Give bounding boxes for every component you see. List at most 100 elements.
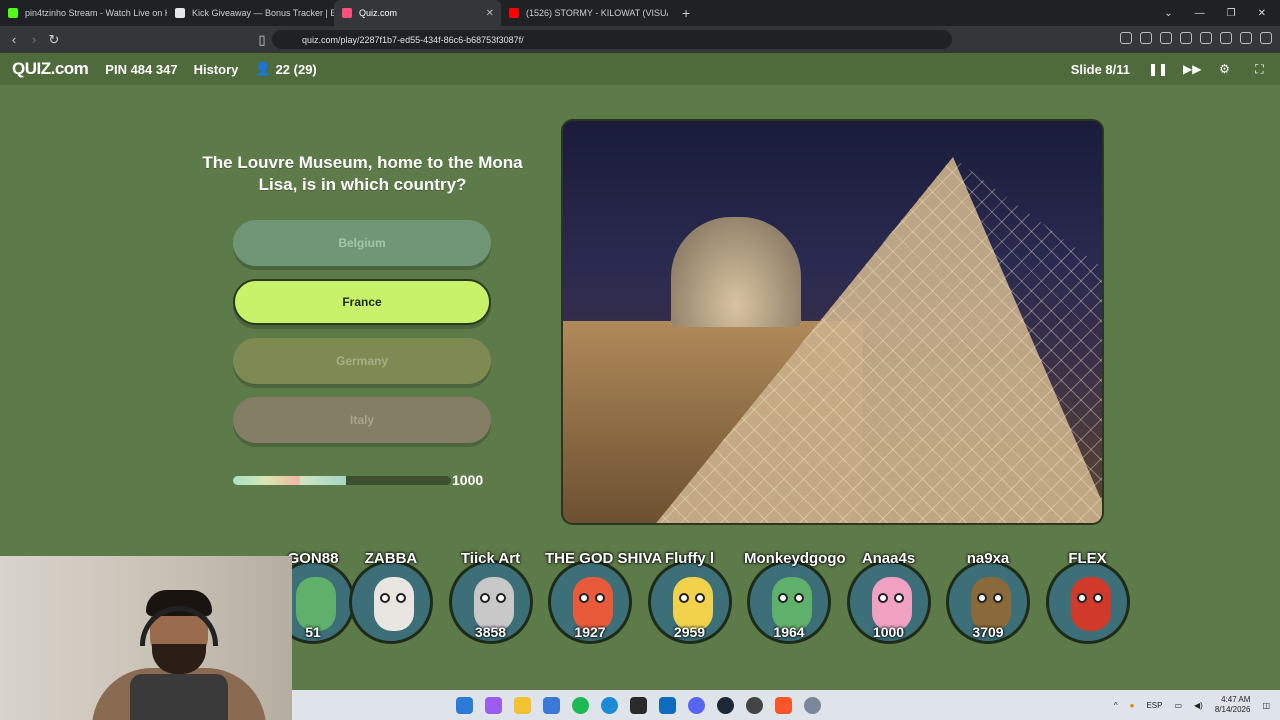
avatar-eye (993, 593, 1003, 603)
forward-icon[interactable]: › (24, 32, 44, 47)
quiz-logo[interactable]: QUIZ.com (12, 59, 89, 79)
maximize-icon[interactable]: ❐ (1227, 8, 1236, 19)
avatar-face (573, 577, 613, 631)
clock[interactable]: 4:47 AM 8/14/2026 (1215, 695, 1251, 715)
browser-tab-4[interactable]: (1526) STORMY - KILOWAT (VISUALI (501, 0, 668, 26)
player-name: THE GOD SHIVA (545, 550, 663, 567)
epic-games-icon[interactable] (630, 696, 647, 714)
close-window-icon[interactable]: ✕ (1258, 8, 1266, 19)
player-score: 1964 (773, 624, 805, 640)
store-icon[interactable] (543, 696, 560, 714)
avatar-face (871, 577, 912, 631)
windows-taskbar: ^ ● ESP ▭ ◀) 4:47 AM 8/14/2026 ◫ (292, 690, 1280, 720)
brave-icon[interactable] (775, 696, 792, 714)
wallet-icon[interactable] (1200, 32, 1212, 44)
history-link[interactable]: History (194, 62, 239, 77)
chevron-up-icon[interactable]: ^ (1114, 701, 1118, 710)
steam-icon[interactable] (717, 696, 734, 714)
pause-icon[interactable]: ❚❚ (1148, 62, 1168, 77)
player-count-text: 22 (29) (275, 61, 317, 77)
answer-button-1[interactable]: Belgium (233, 220, 491, 266)
copilot-icon[interactable] (485, 696, 502, 714)
player-score: 3709 (972, 624, 1004, 640)
player-card: THE GOD SHIVA 1927 (545, 550, 663, 645)
music-icon[interactable] (1160, 32, 1172, 44)
avatar-eye (495, 593, 506, 603)
browser-tab-1[interactable]: pin4tzinho Stream - Watch Live on K (0, 0, 167, 26)
avatar-eye (380, 593, 390, 603)
player-score: 1000 (872, 624, 905, 640)
minimize-icon[interactable]: — (1195, 8, 1205, 19)
vpn-icon[interactable] (1240, 32, 1252, 44)
slide-counter: Slide 8/11 (1070, 61, 1130, 77)
new-tab-icon[interactable]: + (682, 5, 690, 21)
url-field[interactable]: quiz.com/play/2287f1b7-ed55-434f-86c6-b6… (272, 30, 952, 49)
address-bar-row: ‹ › ↻ ▯ quiz.com/play/2287f1b7-ed55-434f… (0, 26, 1280, 53)
system-tray: ^ ● ESP ▭ ◀) 4:47 AM 8/14/2026 ◫ (1114, 695, 1270, 715)
answer-label: Belgium (338, 236, 386, 250)
discord-icon[interactable] (688, 696, 705, 714)
avatar-face (1070, 577, 1111, 631)
avatar-eye (977, 593, 987, 603)
avatar-eye (479, 593, 490, 603)
avatar-eye (396, 593, 406, 603)
taskbar-apps (456, 696, 821, 714)
skip-icon[interactable]: ▶▶ (1183, 62, 1201, 77)
microphone-icon[interactable]: ● (1130, 701, 1135, 710)
question-image (561, 119, 1104, 525)
player-card: FLEX (1043, 550, 1133, 645)
notification-icon[interactable]: ◫ (1262, 701, 1270, 710)
reload-icon[interactable]: ↻ (44, 32, 64, 48)
player-card: na9xa 3709 (943, 550, 1033, 645)
kick-favicon-icon (8, 8, 18, 18)
fullscreen-icon[interactable]: ⛶ (1253, 62, 1266, 77)
browser-tab-2[interactable]: Kick Giveaway — Bonus Tracker | Bo (167, 0, 334, 26)
avatar-eye (1092, 593, 1103, 603)
avatar-eye (893, 593, 904, 603)
answer-button-2-selected[interactable]: France (233, 279, 491, 325)
tracker-favicon-icon (175, 8, 185, 18)
bookmark-icon[interactable]: ▯ (252, 32, 272, 48)
settings-icon[interactable] (804, 696, 821, 714)
timer-bar (233, 476, 451, 485)
answer-button-4[interactable]: Italy (233, 397, 491, 443)
avatar (1045, 560, 1130, 644)
browser-tab-3-active[interactable]: Quiz.com ✕ (334, 0, 501, 26)
answer-button-3[interactable]: Germany (233, 338, 491, 384)
windows-start-icon[interactable] (456, 696, 473, 714)
menu-icon[interactable] (1260, 32, 1272, 44)
clock-time: 4:47 AM (1221, 695, 1251, 704)
points-value: 1000 (452, 472, 484, 488)
tab-title: (1526) STORMY - KILOWAT (VISUALI (526, 8, 668, 18)
sidebar-icon[interactable] (1180, 32, 1192, 44)
avatar-eye (694, 593, 705, 603)
player-count: 👤 22 (29) (255, 61, 316, 77)
player-card: Fluffy l 2959 (645, 550, 735, 645)
settings-gear-icon[interactable]: ⚙ (1218, 62, 1231, 77)
close-tab-icon[interactable]: ✕ (486, 8, 494, 19)
language-indicator[interactable]: ESP (1146, 701, 1162, 710)
avatar-eye (794, 593, 804, 603)
avatar-face (374, 577, 414, 631)
extension-icon[interactable] (1120, 32, 1132, 44)
file-explorer-icon[interactable] (514, 696, 531, 714)
player-name: Anaa4s (861, 550, 916, 567)
answer-label: France (342, 295, 382, 309)
network-icon[interactable]: ▭ (1174, 701, 1182, 710)
player-card: Tiick Art 3858 (446, 550, 536, 645)
player-score: 2959 (673, 624, 706, 640)
avatar-face (971, 577, 1011, 631)
spotify-icon[interactable] (572, 696, 589, 714)
tab-title: pin4tzinho Stream - Watch Live on K (25, 8, 167, 18)
chevron-down-icon[interactable]: ⌄ (1164, 8, 1172, 19)
extension-icon[interactable] (1140, 32, 1152, 44)
obs-icon[interactable] (746, 696, 763, 714)
volume-icon[interactable]: ◀) (1194, 701, 1203, 710)
outlook-icon[interactable] (659, 696, 676, 714)
player-name: na9xa (966, 550, 1010, 567)
game-pin: PIN 484 347 (105, 61, 178, 77)
leo-icon[interactable] (1220, 32, 1232, 44)
back-icon[interactable]: ‹ (4, 32, 24, 47)
player-name: Monkeydgogo (744, 550, 846, 567)
edge-icon[interactable] (601, 696, 618, 714)
